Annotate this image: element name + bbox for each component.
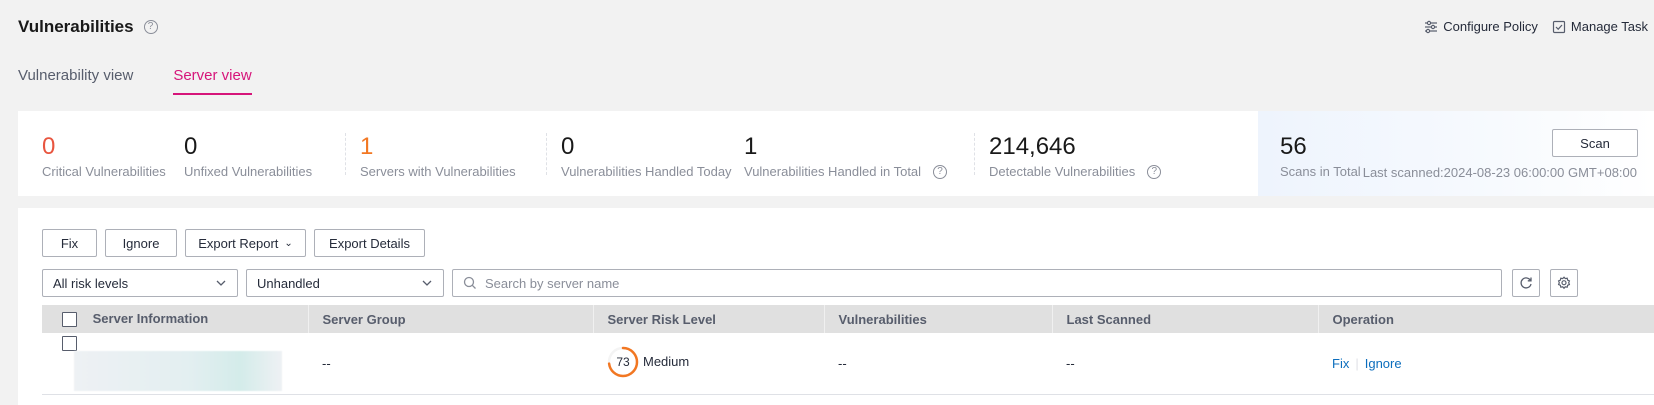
server-group-cell: -- [308, 333, 593, 395]
stat-detectable-label: Detectable Vulnerabilities [989, 164, 1136, 179]
status-value: Unhandled [257, 275, 320, 291]
help-icon[interactable]: ? [1147, 164, 1162, 179]
col-server-information[interactable]: Server Information [42, 305, 309, 333]
server-info-redacted[interactable] [74, 351, 282, 392]
chevron-down-icon [216, 280, 226, 286]
stat-detectable-label-row: Detectable Vulnerabilities ? [989, 164, 1162, 179]
stat-handled-today-label: Vulnerabilities Handled Today [561, 164, 732, 179]
stat-handled-total-label-row: Vulnerabilities Handled in Total ? [744, 164, 948, 179]
stat-handled-today-value: 0 [561, 133, 575, 160]
scan-summary: 56 Scans in Total Scan Last scanned:2024… [1258, 111, 1654, 196]
search-icon [463, 276, 476, 289]
table-row: -- 73 Medium -- -- Fix | Ignore [42, 333, 1654, 395]
status-select[interactable]: Unhandled [246, 269, 444, 297]
help-icon[interactable]: ? [143, 20, 158, 34]
operation-cell: Fix | Ignore [1318, 333, 1654, 395]
vulnerabilities-cell: -- [824, 333, 1052, 395]
chevron-down-icon: ⌄ [284, 237, 293, 249]
col-server-group: Server Group [308, 305, 594, 333]
help-icon[interactable]: ? [933, 164, 948, 179]
refresh-button[interactable] [1512, 269, 1540, 297]
op-separator: | [1355, 355, 1359, 371]
fix-button[interactable]: Fix [42, 229, 97, 257]
stat-handled-total: 1 Vulnerabilities Handled in Total ? [744, 111, 948, 179]
gear-icon [1557, 276, 1571, 290]
page-title: Vulnerabilities ? [18, 17, 158, 37]
manage-task-button[interactable]: Manage Task [1552, 19, 1648, 34]
tab-server-view[interactable]: Server view [173, 67, 252, 95]
stat-unfixed-label: Unfixed Vulnerabilities [184, 164, 313, 179]
risk-level-value: All risk levels [53, 275, 129, 291]
sliders-icon [1425, 20, 1438, 33]
action-toolbar: Fix Ignore Export Report ⌄ Export Detail… [42, 229, 425, 257]
risk-score-ring: 73 [607, 346, 639, 378]
manage-task-label: Manage Task [1570, 19, 1648, 34]
chevron-down-icon [422, 280, 432, 286]
stats-panel: 0 Critical Vulnerabilities 0 Unfixed Vul… [18, 111, 1654, 196]
row-checkbox[interactable] [62, 336, 77, 352]
refresh-icon [1520, 277, 1532, 289]
risk-label: Medium [643, 354, 690, 370]
stat-unfixed-value: 0 [184, 133, 198, 160]
task-check-icon [1552, 20, 1566, 33]
stat-servers: 1 Servers with Vulnerabilities [360, 111, 516, 179]
risk-level-cell: 73 Medium [593, 333, 824, 395]
row-ignore-link[interactable]: Ignore [1365, 356, 1402, 371]
last-scanned-cell: -- [1052, 333, 1318, 395]
server-table: Server Information Server Group Server R… [42, 305, 1654, 395]
stats-divider [546, 133, 547, 175]
select-all-checkbox[interactable] [62, 312, 77, 328]
stat-scans-value: 56 [1280, 133, 1307, 160]
stats-divider [345, 133, 346, 175]
export-details-button[interactable]: Export Details [314, 229, 425, 257]
col-vulnerabilities: Vulnerabilities [824, 305, 1053, 333]
export-report-label: Export Report [198, 235, 279, 251]
settings-button[interactable] [1550, 269, 1578, 297]
scan-button[interactable]: Scan [1552, 129, 1638, 157]
table-header-row: Server Information Server Group Server R… [42, 305, 1654, 333]
stat-detectable-value: 214,646 [989, 133, 1076, 160]
stats-divider [974, 133, 975, 175]
top-actions: Configure Policy Manage Task [1424, 19, 1648, 34]
stat-handled-total-label: Vulnerabilities Handled in Total [744, 164, 922, 179]
risk-indicator: 73 Medium [607, 346, 689, 378]
view-tabs: Vulnerability view Server view [18, 67, 252, 95]
row-fix-link[interactable]: Fix [1332, 356, 1349, 371]
stat-critical: 0 Critical Vulnerabilities [42, 111, 166, 179]
stat-critical-value: 0 [42, 133, 56, 160]
stat-critical-label: Critical Vulnerabilities [42, 164, 166, 179]
search-input[interactable] [485, 275, 1491, 291]
stat-servers-value[interactable]: 1 [360, 133, 516, 161]
risk-level-select[interactable]: All risk levels [42, 269, 238, 297]
last-scanned-text: Last scanned:2024-08-23 06:00:00 GMT+08:… [1362, 165, 1637, 180]
stat-unfixed: 0 Unfixed Vulnerabilities [184, 111, 312, 179]
risk-score: 73 [616, 354, 630, 369]
server-information-cell [42, 333, 308, 395]
stat-detectable: 214,646 Detectable Vulnerabilities ? [989, 111, 1162, 179]
filter-bar: All risk levels Unhandled [42, 269, 1578, 297]
col-last-scanned: Last Scanned [1052, 305, 1319, 333]
stat-servers-label: Servers with Vulnerabilities [360, 164, 516, 179]
tab-vulnerability-view[interactable]: Vulnerability view [18, 67, 133, 95]
col-operation: Operation [1318, 305, 1654, 333]
configure-policy-button[interactable]: Configure Policy [1424, 19, 1538, 34]
stat-scans: 56 Scans in Total [1280, 111, 1361, 179]
stat-scans-label: Scans in Total [1280, 164, 1361, 179]
stat-handled-total-value: 1 [744, 133, 758, 160]
ignore-button[interactable]: Ignore [105, 229, 177, 257]
configure-policy-label: Configure Policy [1443, 19, 1538, 34]
server-search[interactable] [452, 269, 1502, 297]
export-report-button[interactable]: Export Report ⌄ [185, 229, 306, 257]
stat-handled-today: 0 Vulnerabilities Handled Today [561, 111, 732, 179]
col-server-information-label: Server Information [92, 310, 209, 326]
col-server-risk-level: Server Risk Level [593, 305, 825, 333]
server-list-panel: Fix Ignore Export Report ⌄ Export Detail… [18, 208, 1654, 405]
page-title-text: Vulnerabilities [18, 17, 134, 36]
